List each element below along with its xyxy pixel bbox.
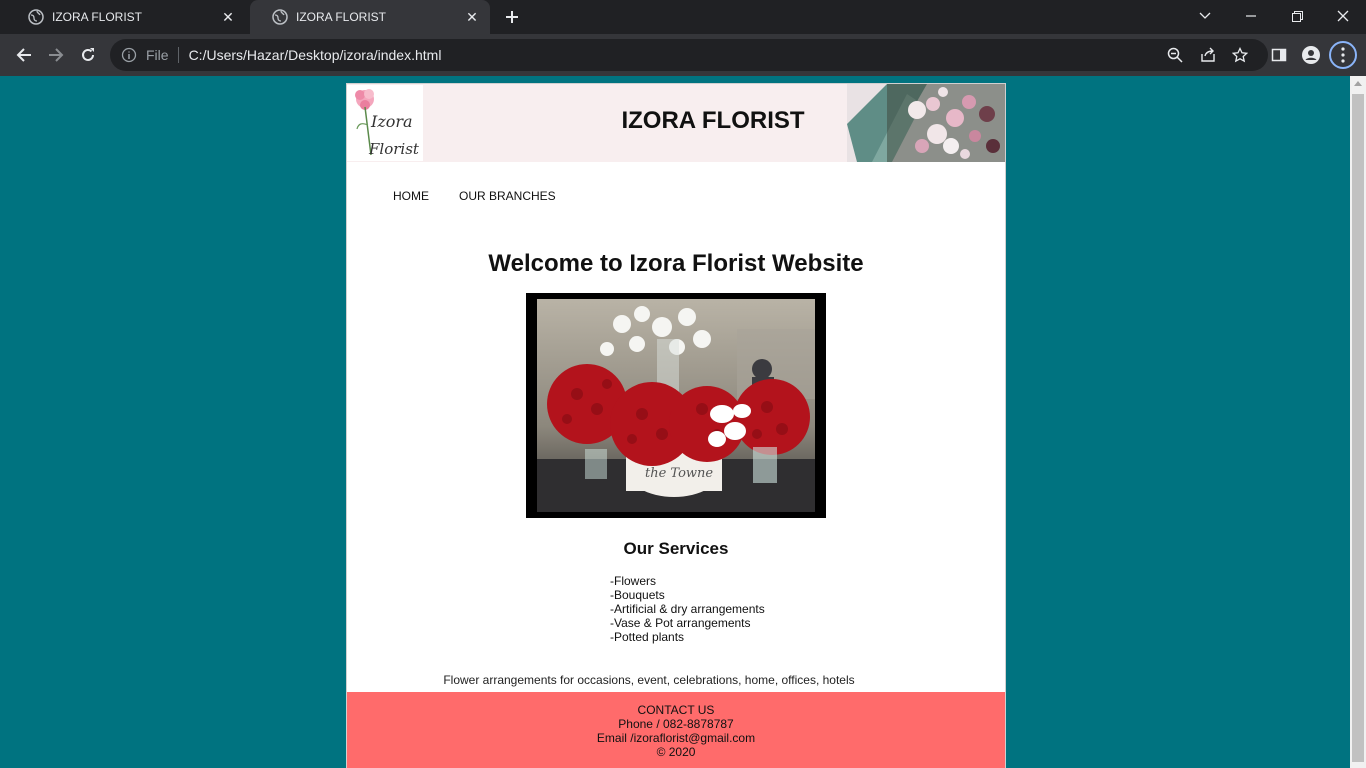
- service-item: -Flowers: [610, 574, 657, 588]
- services-heading: Our Services: [623, 539, 729, 558]
- web-viewport: Izora Florist IZORA FLORIST HOME OUR BRA…: [0, 76, 1366, 768]
- service-item: -Artificial & dry arrangements: [610, 602, 765, 616]
- restore-icon[interactable]: [1274, 0, 1320, 32]
- globe-icon: [28, 9, 44, 25]
- svg-text:the Towne: the Towne: [645, 466, 713, 481]
- page-container: Izora Florist IZORA FLORIST HOME OUR BRA…: [346, 83, 1006, 768]
- site-footer: CONTACT US Phone / 082-8878787 Email /iz…: [347, 692, 1005, 768]
- bookmark-star-icon[interactable]: [1229, 44, 1251, 66]
- url-text[interactable]: C:/Users/Hazar/Desktop/izora/index.html: [189, 47, 442, 63]
- nav-home-link[interactable]: HOME: [393, 189, 429, 203]
- tab-izora-florist-1[interactable]: IZORA FLORIST ✕: [6, 0, 246, 34]
- browser-toolbar: File C:/Users/Hazar/Desktop/izora/index.…: [0, 34, 1366, 76]
- side-panel-icon[interactable]: [1265, 41, 1293, 69]
- scrollbar-thumb[interactable]: [1352, 94, 1364, 762]
- scheme-label: File: [146, 47, 169, 63]
- zoom-icon[interactable]: [1164, 44, 1186, 66]
- vertical-scrollbar[interactable]: [1350, 76, 1366, 768]
- profile-icon[interactable]: [1297, 41, 1325, 69]
- info-icon[interactable]: [121, 47, 137, 63]
- tab-title: IZORA FLORIST: [52, 10, 143, 24]
- tab-search-icon[interactable]: [1182, 0, 1228, 32]
- footer-copyright: © 2020: [656, 745, 696, 759]
- bouquet-banner-image: [847, 84, 1005, 162]
- tagline: Flower arrangements for occasions, event…: [443, 673, 855, 687]
- tab-strip: IZORA FLORIST ✕ IZORA FLORIST ✕: [0, 0, 1366, 34]
- flower-arrangement-photo: the Towne: [537, 299, 815, 512]
- welcome-heading: Welcome to Izora Florist Website: [488, 250, 864, 277]
- site-header: Izora Florist IZORA FLORIST: [347, 84, 1005, 162]
- footer-email: Email /izoraflorist@gmail.com: [596, 731, 756, 745]
- new-tab-button[interactable]: [500, 5, 524, 29]
- menu-icon[interactable]: [1329, 41, 1357, 69]
- service-item: -Potted plants: [610, 630, 685, 644]
- service-item: -Bouquets: [610, 588, 665, 602]
- reload-icon[interactable]: [74, 41, 102, 69]
- globe-icon: [272, 9, 288, 25]
- site-nav: HOME OUR BRANCHES: [393, 189, 556, 203]
- address-bar[interactable]: File C:/Users/Hazar/Desktop/izora/index.…: [110, 39, 1268, 71]
- logo-text-florist: Florist: [369, 140, 419, 158]
- tab-izora-florist-2[interactable]: IZORA FLORIST ✕: [250, 0, 490, 34]
- footer-phone: Phone / 082-8878787: [618, 717, 734, 731]
- close-tab-icon[interactable]: ✕: [218, 7, 238, 27]
- featured-photo-frame: the Towne: [526, 293, 826, 518]
- forward-icon[interactable]: [42, 41, 70, 69]
- service-item: -Vase & Pot arrangements: [610, 616, 751, 630]
- nav-our-branches-link[interactable]: OUR BRANCHES: [459, 189, 556, 203]
- divider: [177, 47, 179, 63]
- footer-contact-heading: CONTACT US: [637, 703, 715, 717]
- scroll-up-arrow-icon[interactable]: [1354, 81, 1362, 86]
- close-window-icon[interactable]: [1320, 0, 1366, 32]
- minimize-icon[interactable]: [1228, 0, 1274, 32]
- services-list: -Flowers -Bouquets -Artificial & dry arr…: [610, 574, 765, 644]
- back-icon[interactable]: [10, 41, 38, 69]
- close-tab-icon[interactable]: ✕: [462, 7, 482, 27]
- tab-title: IZORA FLORIST: [296, 10, 387, 24]
- share-icon[interactable]: [1197, 44, 1219, 66]
